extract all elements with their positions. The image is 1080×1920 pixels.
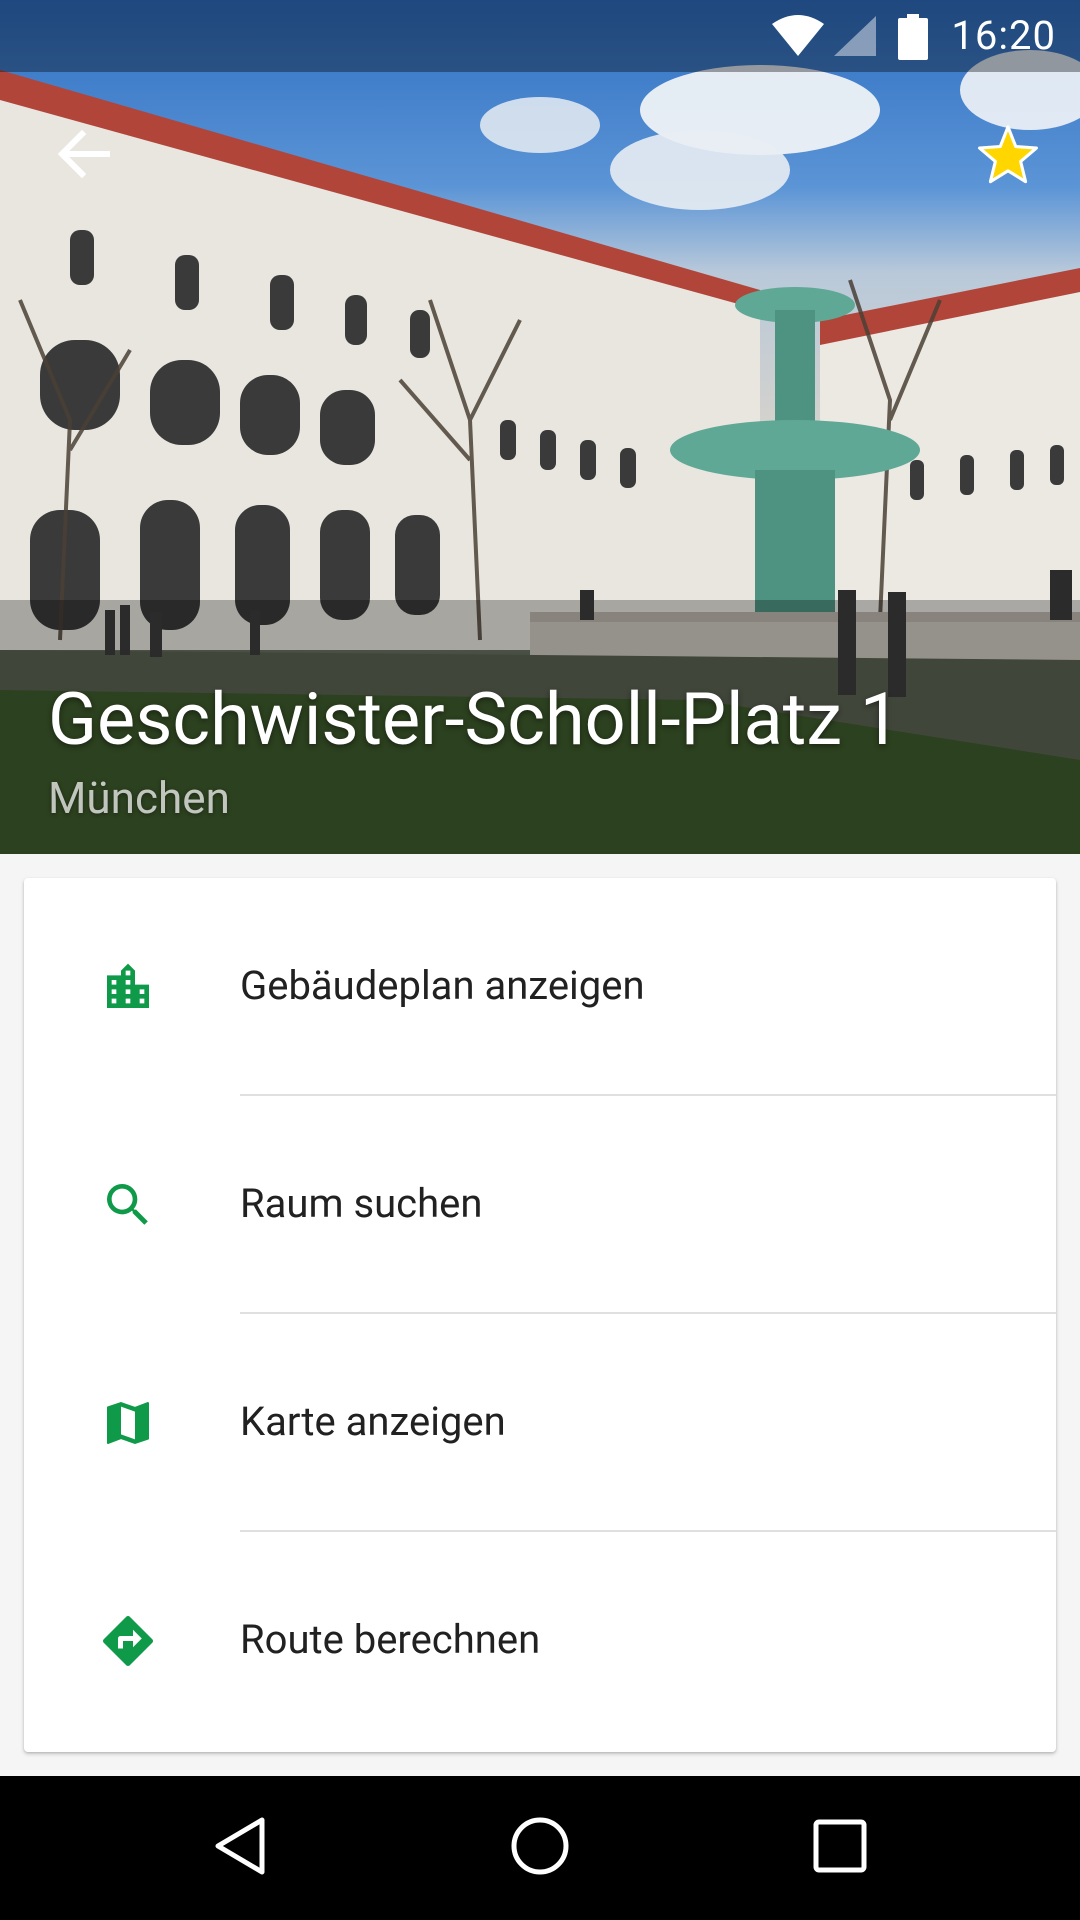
show-map-row[interactable]: Karte anzeigen [24, 1314, 1056, 1532]
status-bar: 16:20 [0, 0, 1080, 72]
header-image: 16:20 Geschwister-Scholl-Platz 1 München [0, 0, 1080, 854]
navigation-bar [0, 1776, 1080, 1920]
back-nav-icon [212, 1816, 268, 1880]
status-time: 16:20 [951, 12, 1056, 59]
nav-recents-button[interactable] [792, 1800, 888, 1896]
battery-icon [898, 14, 928, 64]
arrow-back-icon [57, 129, 111, 182]
signal-icon [832, 14, 878, 62]
building-icon [96, 955, 160, 1019]
page-subtitle: München [48, 772, 230, 824]
building-plan-row[interactable]: Gebäudeplan anzeigen [24, 878, 1056, 1096]
home-nav-icon [510, 1816, 570, 1880]
map-icon [96, 1391, 160, 1455]
room-search-row[interactable]: Raum suchen [24, 1096, 1056, 1314]
back-button[interactable] [36, 108, 132, 204]
recents-nav-icon [813, 1819, 867, 1877]
page-title: Geschwister-Scholl-Platz 1 [48, 677, 901, 762]
actions-card: Gebäudeplan anzeigen Raum suchen Karte a… [24, 878, 1056, 1752]
favorite-button[interactable] [960, 108, 1056, 204]
action-label: Karte anzeigen [240, 1398, 506, 1445]
directions-icon [96, 1609, 160, 1673]
action-label: Gebäudeplan anzeigen [240, 962, 645, 1009]
wifi-icon [770, 14, 826, 62]
nav-home-button[interactable] [492, 1800, 588, 1896]
search-icon [96, 1173, 160, 1237]
action-label: Route berechnen [240, 1616, 541, 1663]
action-label: Raum suchen [240, 1180, 483, 1227]
route-row[interactable]: Route berechnen [24, 1532, 1056, 1750]
star-icon [977, 124, 1039, 188]
nav-back-button[interactable] [192, 1800, 288, 1896]
